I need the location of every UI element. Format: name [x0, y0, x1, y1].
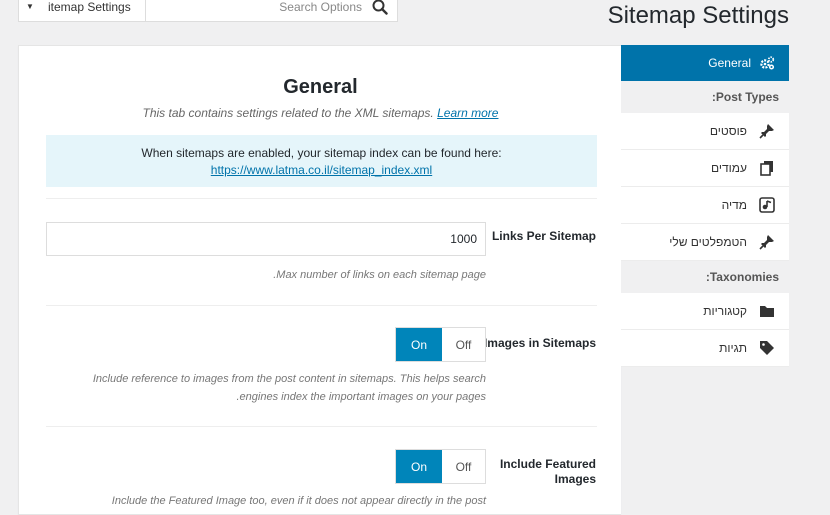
images-in-sitemaps-toggle: On Off: [395, 327, 486, 362]
sitemap-index-link[interactable]: https://www.latma.co.il/sitemap_index.xm…: [211, 163, 432, 177]
taxonomies-heading: :Taxonomies: [621, 261, 789, 293]
divider: [46, 426, 597, 427]
divider: [46, 305, 597, 306]
sitemap-notice-text: When sitemaps are enabled, your sitemap …: [141, 146, 502, 160]
panel-description-text: This tab contains settings related to th…: [142, 106, 434, 120]
tab-general[interactable]: General: [621, 45, 789, 81]
tab-pages-label: עמודים: [710, 161, 747, 175]
tab-general-label: General: [708, 56, 751, 70]
tab-categories-label: קטגוריות: [703, 304, 747, 318]
panel-title: General: [283, 76, 358, 98]
tab-media-label: מדיה: [721, 198, 747, 212]
pages-icon: [760, 161, 773, 176]
images-in-sitemaps-help-2: .engines index the important images on y…: [236, 391, 487, 403]
images-in-sitemaps-help-1: Include reference to images from the pos…: [92, 373, 486, 385]
gears-icon: [760, 56, 775, 70]
settings-page-select[interactable]: ▼ itemap Settings: [18, 0, 146, 22]
page-title: Sitemap Settings: [607, 2, 789, 29]
media-icon: [759, 197, 775, 213]
tag-icon: [760, 341, 774, 355]
tab-pages[interactable]: עמודים: [621, 150, 789, 187]
tab-posts-label: פוסטים: [709, 124, 747, 138]
settings-tabs: General :Post Types פוסטים עמודים מדיה ה…: [621, 45, 789, 367]
search-options-box: [146, 0, 398, 22]
links-per-sitemap-input[interactable]: [46, 222, 486, 256]
folder-icon: [760, 306, 774, 317]
learn-more-link[interactable]: Learn more: [437, 106, 498, 120]
tab-categories[interactable]: קטגוריות: [621, 293, 789, 330]
tab-tags-label: תגיות: [719, 341, 747, 355]
divider: [46, 198, 597, 199]
images-in-sitemaps-off-button[interactable]: Off: [442, 328, 485, 361]
tab-media[interactable]: מדיה: [621, 187, 789, 224]
tab-posts[interactable]: פוסטים: [621, 113, 789, 150]
search-options-input[interactable]: [146, 0, 368, 21]
include-featured-images-toggle: On Off: [395, 449, 486, 484]
tab-my-templates[interactable]: הטמפלטים שלי: [621, 224, 789, 261]
sitemap-notice: When sitemaps are enabled, your sitemap …: [46, 135, 597, 187]
include-featured-images-off-button[interactable]: Off: [442, 450, 485, 483]
post-types-heading: :Post Types: [621, 81, 789, 113]
settings-page-select-label: itemap Settings: [48, 0, 131, 14]
images-in-sitemaps-on-button[interactable]: On: [396, 328, 442, 361]
include-featured-images-on-button[interactable]: On: [396, 450, 442, 483]
search-icon[interactable]: [371, 0, 389, 16]
caret-down-icon: ▼: [26, 2, 34, 11]
pin-icon: [759, 124, 774, 139]
include-featured-images-help-1: Include the Featured Image too, even if …: [111, 495, 486, 507]
tab-my-templates-label: הטמפלטים שלי: [669, 235, 747, 249]
panel-description: This tab contains settings related to th…: [19, 106, 622, 120]
tab-tags[interactable]: תגיות: [621, 330, 789, 367]
links-per-sitemap-help: .Max number of links on each sitemap pag…: [273, 269, 486, 281]
pin-icon: [759, 235, 774, 250]
settings-panel: General This tab contains settings relat…: [18, 45, 621, 515]
